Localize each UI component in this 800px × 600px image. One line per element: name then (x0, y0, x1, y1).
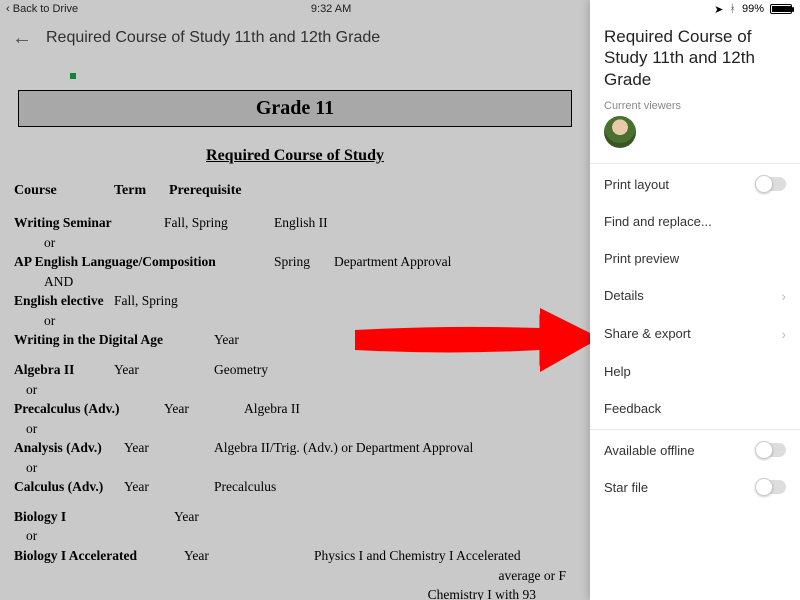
panel-status-bar: ➤ ᚼ 99% (590, 0, 800, 18)
toggle-print-layout[interactable] (756, 177, 786, 191)
current-viewers-label: Current viewers (590, 94, 800, 116)
toggle-available-offline[interactable] (756, 443, 786, 457)
menu-print-layout[interactable]: Print layout (590, 166, 800, 203)
course-row: Biology I Accelerated Year Physics I and… (14, 546, 576, 566)
course-row: Algebra II Year Geometry (14, 360, 576, 380)
selection-handle-icon[interactable] (70, 73, 76, 79)
course-list: Writing Seminar Fall, Spring English II … (14, 213, 576, 600)
header-course: Course (14, 183, 114, 199)
back-to-drive-link[interactable]: ‹ Back to Drive (6, 3, 78, 15)
or-label: or (14, 458, 576, 478)
course-row: Biology I Year (14, 507, 576, 527)
back-arrow-icon[interactable]: ← (12, 27, 32, 50)
grade-banner: Grade 11 (18, 90, 572, 127)
menu-print-preview[interactable]: Print preview (590, 240, 800, 277)
menu-share-export[interactable]: Share & export › (590, 315, 800, 353)
or-label: or (14, 380, 576, 400)
location-icon: ➤ (714, 3, 723, 16)
menu-find-replace[interactable]: Find and replace... (590, 203, 800, 240)
header-prereq: Prerequisite (169, 183, 576, 199)
prereq-cont: average or F (14, 566, 576, 586)
or-label: or (14, 311, 576, 331)
menu-details[interactable]: Details › (590, 277, 800, 315)
document-body: Grade 11 Required Course of Study Course… (0, 62, 590, 600)
battery-icon (770, 4, 792, 14)
toggle-star-file[interactable] (756, 480, 786, 494)
menu-help[interactable]: Help (590, 353, 800, 390)
subtitle: Required Course of Study (14, 147, 576, 165)
menu-available-offline[interactable]: Available offline (590, 432, 800, 469)
course-row: English elective Fall, Spring (14, 291, 576, 311)
or-label: or (14, 419, 576, 439)
column-headers: Course Term Prerequisite (14, 183, 576, 199)
status-bar: ‹ Back to Drive 9:32 AM (0, 0, 590, 18)
prereq-cont: Chemistry I with 93 (14, 585, 576, 600)
or-label: or (14, 233, 576, 253)
bluetooth-icon: ᚼ (729, 3, 736, 15)
course-row: Writing in the Digital Age Year (14, 330, 576, 350)
header-term: Term (114, 183, 169, 199)
menu-feedback[interactable]: Feedback (590, 390, 800, 427)
document-title: Required Course of Study 11th and 12th G… (46, 29, 380, 47)
document-main-area: ‹ Back to Drive 9:32 AM ← Required Cours… (0, 0, 590, 600)
viewer-avatar[interactable] (604, 116, 636, 148)
course-row: Writing Seminar Fall, Spring English II (14, 213, 576, 233)
chevron-right-icon: › (781, 326, 786, 342)
panel-title: Required Course of Study 11th and 12th G… (590, 18, 800, 94)
course-row: AP English Language/Composition Spring D… (14, 252, 576, 272)
document-nav: ← Required Course of Study 11th and 12th… (0, 18, 590, 58)
viewers-row (590, 116, 800, 161)
menu-star-file[interactable]: Star file (590, 469, 800, 506)
divider (590, 429, 800, 430)
battery-percent: 99% (742, 3, 764, 15)
and-label: AND (14, 272, 576, 292)
course-row: Analysis (Adv.) Year Algebra II/Trig. (A… (14, 438, 576, 458)
or-label: or (14, 526, 576, 546)
options-panel: ➤ ᚼ 99% Required Course of Study 11th an… (590, 0, 800, 600)
course-row: Precalculus (Adv.) Year Algebra II (14, 399, 576, 419)
status-time: 9:32 AM (311, 3, 351, 15)
course-row: Calculus (Adv.) Year Precalculus (14, 477, 576, 497)
chevron-right-icon: › (781, 288, 786, 304)
divider (590, 163, 800, 164)
